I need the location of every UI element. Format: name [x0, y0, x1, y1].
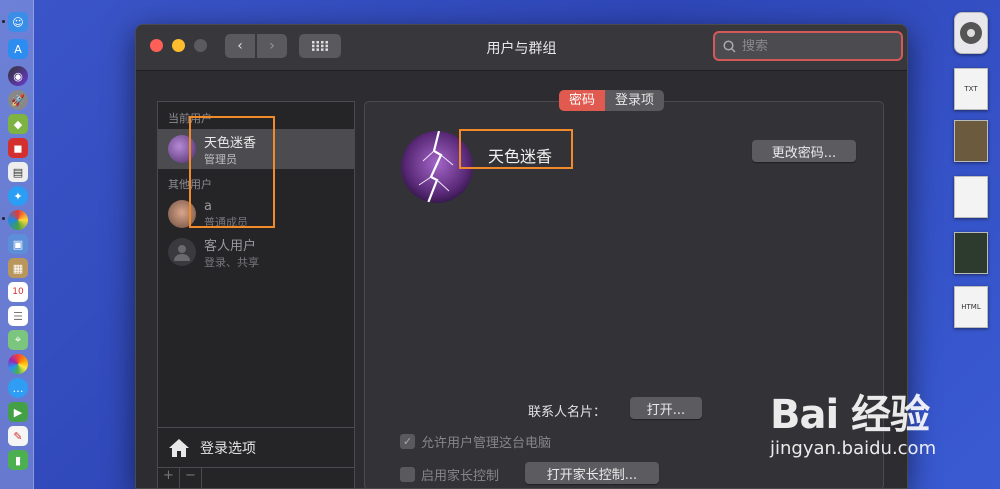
parental-controls-row[interactable]: 启用家长控制: [400, 465, 499, 484]
open-contact-button[interactable]: 打开...: [630, 397, 702, 419]
messages-icon[interactable]: …: [8, 378, 28, 398]
siri-icon[interactable]: ◉: [8, 66, 28, 86]
launchpad-icon[interactable]: 🚀: [8, 90, 28, 110]
remove-user-button[interactable]: −: [180, 468, 202, 488]
guest-user-icon: [168, 238, 196, 266]
chrome-icon[interactable]: [8, 210, 28, 230]
calendar-icon[interactable]: ▤: [8, 162, 28, 182]
safari-icon[interactable]: ✦: [8, 186, 28, 206]
txt-file-icon[interactable]: TXT: [954, 68, 988, 110]
change-password-button[interactable]: 更改密码...: [752, 140, 856, 162]
document-file-icon[interactable]: [954, 176, 988, 218]
search-icon: [723, 39, 736, 53]
android-icon[interactable]: ◆: [8, 114, 28, 134]
facetime-icon[interactable]: ▶: [8, 402, 28, 422]
running-indicator: [2, 20, 5, 23]
login-options-item[interactable]: 登录选项: [158, 427, 354, 467]
app-store-icon[interactable]: A: [8, 39, 28, 59]
user-role: 登录、共享: [204, 255, 259, 269]
baidu-watermark: Bai 经验 jingyan.baidu.com: [770, 382, 936, 459]
disk-icon[interactable]: [954, 12, 988, 54]
user-name: 客人用户: [204, 238, 257, 254]
textedit-icon[interactable]: ✎: [8, 426, 28, 446]
tab-password[interactable]: 密码: [559, 90, 606, 111]
parental-controls-checkbox[interactable]: [400, 467, 415, 482]
numbers-icon[interactable]: ▮: [8, 450, 28, 470]
checkmark-icon: ✓: [402, 435, 413, 448]
add-user-button[interactable]: +: [158, 468, 180, 488]
user-row-guest[interactable]: 客人用户 登录、共享: [158, 232, 354, 272]
screenshot-file-icon[interactable]: [954, 232, 988, 274]
maps-icon[interactable]: ⌖: [8, 330, 28, 350]
person-icon: [174, 245, 190, 261]
allow-admin-row[interactable]: ✓ 允许用户管理这台电脑: [400, 432, 551, 451]
search-input[interactable]: [742, 38, 882, 54]
login-options-label: 登录选项: [200, 440, 256, 457]
running-indicator: [2, 217, 5, 220]
watermark-brand: Bai 经验: [770, 392, 930, 438]
house-icon: [169, 438, 189, 457]
username-highlight: [459, 129, 573, 169]
finder-icon[interactable]: ☺: [8, 12, 28, 32]
tab-login-items[interactable]: 登录项: [605, 90, 665, 111]
preview-icon[interactable]: ▣: [8, 234, 28, 254]
photos-icon[interactable]: [8, 354, 28, 374]
app-icon[interactable]: ◼: [8, 138, 28, 158]
parental-controls-label: 启用家长控制: [421, 469, 500, 484]
html-file-icon[interactable]: HTML: [954, 286, 988, 328]
watermark-site: jingyan.baidu.com: [770, 438, 937, 459]
search-field[interactable]: [713, 31, 903, 61]
tab-bar: 密码 登录项: [559, 90, 665, 111]
dock: ☺ A ◉ 🚀 ◆ ◼ ▤ ✦ ▣ ▦ 10 ☰ ⌖ … ▶ ✎ ▮: [0, 0, 34, 489]
allow-admin-label: 允许用户管理这台电脑: [421, 436, 552, 451]
notes-icon[interactable]: ▦: [8, 258, 28, 278]
allow-admin-checkbox[interactable]: ✓: [400, 434, 415, 449]
sidebar-toolbar: + −: [158, 467, 354, 488]
disk-glyph-icon: [960, 22, 982, 44]
open-parental-controls-button[interactable]: 打开家长控制...: [525, 462, 659, 484]
titlebar: ‹ › 用户与群组: [136, 25, 907, 71]
reminders-icon[interactable]: ☰: [8, 306, 28, 326]
image-file-icon[interactable]: [954, 120, 988, 162]
sidebar-user-highlight: [189, 116, 275, 228]
contact-card-label: 联系人名片：: [528, 405, 607, 420]
calendar-date-icon[interactable]: 10: [8, 282, 28, 302]
